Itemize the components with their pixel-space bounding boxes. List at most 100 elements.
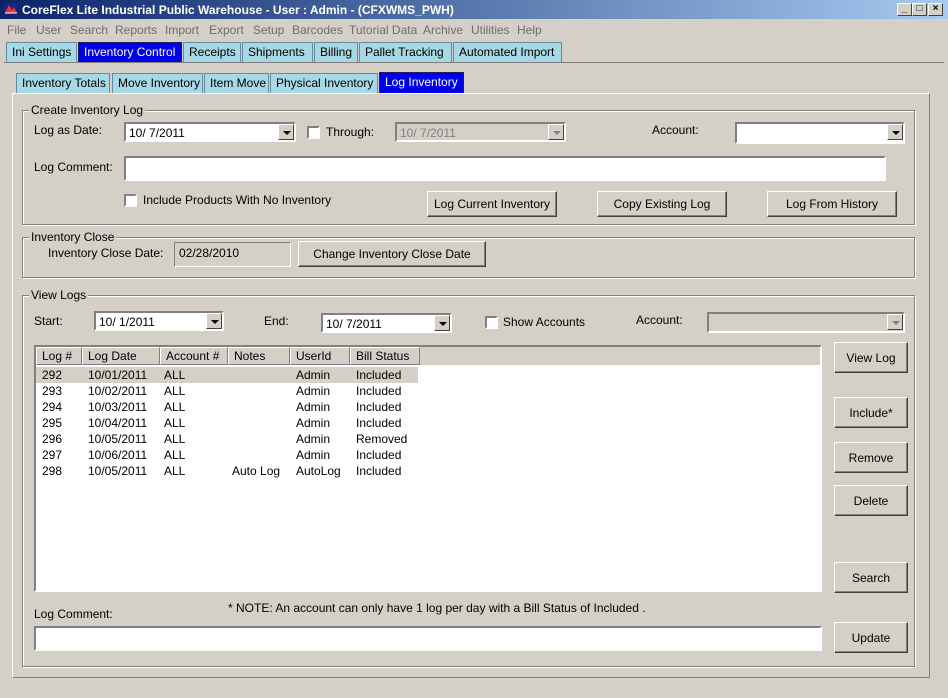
- menu-barcodes[interactable]: Barcodes: [292, 23, 343, 37]
- change-inventory-close-date-button[interactable]: Change Inventory Close Date: [298, 241, 486, 267]
- column-header-log-date[interactable]: Log Date: [82, 347, 160, 365]
- menu-setup[interactable]: Setup: [253, 23, 284, 37]
- menu-export[interactable]: Export: [209, 23, 244, 37]
- cell-log-date: 10/04/2011: [88, 416, 148, 430]
- cell-account: ALL: [164, 368, 186, 382]
- chevron-down-icon[interactable]: [434, 315, 450, 331]
- tab-shipments[interactable]: Shipments: [242, 42, 313, 62]
- menu-bar: File User Search Reports Import Export S…: [0, 21, 948, 39]
- column-header-userid[interactable]: UserId: [290, 347, 350, 365]
- update-button[interactable]: Update: [834, 622, 908, 653]
- column-header-bill-status[interactable]: Bill Status: [350, 347, 420, 365]
- tab-inventory-control[interactable]: Inventory Control: [78, 42, 182, 62]
- cell-log-date: 10/06/2011: [88, 448, 148, 462]
- cell-userid: Admin: [296, 416, 331, 430]
- cell-log-number: 296: [42, 432, 63, 446]
- log-from-history-button[interactable]: Log From History: [767, 191, 897, 217]
- create-account-select[interactable]: [735, 122, 905, 144]
- cell-log-number: 294: [42, 400, 63, 414]
- chevron-down-icon[interactable]: [887, 314, 903, 330]
- view-account-label: Account:: [636, 313, 683, 327]
- table-row[interactable]: 297 10/06/2011 ALL Admin Included: [36, 447, 418, 463]
- tab-automated-import[interactable]: Automated Import: [453, 42, 562, 62]
- column-header-account[interactable]: Account #: [160, 347, 228, 365]
- tab-billing[interactable]: Billing: [314, 42, 358, 62]
- menu-reports[interactable]: Reports: [115, 23, 157, 37]
- view-log-button[interactable]: View Log: [834, 342, 908, 373]
- subtab-inventory-totals[interactable]: Inventory Totals: [16, 73, 110, 93]
- maximize-button[interactable]: □: [912, 3, 927, 16]
- log-as-date-picker[interactable]: 10/ 7/2011: [124, 122, 296, 142]
- subtab-log-inventory[interactable]: Log Inventory: [379, 72, 464, 93]
- log-current-inventory-button[interactable]: Log Current Inventory: [427, 191, 557, 217]
- tab-receipts[interactable]: Receipts: [183, 42, 241, 62]
- bill-status-note: * NOTE: An account can only have 1 log p…: [228, 601, 646, 615]
- delete-button[interactable]: Delete: [834, 485, 908, 516]
- end-date-picker[interactable]: 10/ 7/2011: [321, 313, 452, 333]
- cell-log-date: 10/05/2011: [88, 432, 148, 446]
- cell-log-number: 292: [42, 368, 63, 382]
- cell-userid: Admin: [296, 400, 331, 414]
- subtab-item-move[interactable]: Item Move: [204, 73, 269, 93]
- tab-strip-divider: [4, 62, 944, 63]
- menu-tutorial-data[interactable]: Tutorial Data: [349, 23, 417, 37]
- title-bar[interactable]: CoreFlex Lite Industrial Public Warehous…: [0, 0, 948, 19]
- end-date-value: 10/ 7/2011: [326, 317, 382, 331]
- chevron-down-icon[interactable]: [548, 124, 564, 140]
- remove-button[interactable]: Remove: [834, 442, 908, 473]
- menu-search[interactable]: Search: [70, 23, 108, 37]
- table-row[interactable]: 295 10/04/2011 ALL Admin Included: [36, 415, 418, 431]
- cell-account: ALL: [164, 464, 186, 478]
- log-as-date-value: 10/ 7/2011: [129, 126, 185, 140]
- minimize-button[interactable]: _: [897, 3, 912, 16]
- inventory-close-group-label: Inventory Close: [29, 230, 117, 244]
- table-row[interactable]: 296 10/05/2011 ALL Admin Removed: [36, 431, 418, 447]
- cell-userid: Admin: [296, 432, 331, 446]
- copy-existing-log-button[interactable]: Copy Existing Log: [597, 191, 727, 217]
- inventory-close-date-value: 02/28/2010: [179, 246, 240, 260]
- cell-log-date: 10/03/2011: [88, 400, 148, 414]
- menu-utilities[interactable]: Utilities: [471, 23, 510, 37]
- tab-pallet-tracking[interactable]: Pallet Tracking: [359, 42, 452, 62]
- close-button[interactable]: ×: [928, 3, 943, 16]
- cell-log-number: 293: [42, 384, 63, 398]
- include-button[interactable]: Include*: [834, 397, 908, 428]
- through-checkbox[interactable]: [307, 126, 320, 139]
- view-log-comment-input[interactable]: [34, 626, 822, 651]
- subtab-move-inventory[interactable]: Move Inventory: [112, 73, 203, 93]
- tab-ini-settings[interactable]: Ini Settings: [6, 42, 77, 62]
- cell-bill-status: Included: [356, 464, 402, 478]
- menu-file[interactable]: File: [7, 23, 26, 37]
- through-date-value: 10/ 7/2011: [400, 126, 456, 140]
- show-accounts-checkbox[interactable]: [485, 316, 498, 329]
- include-no-inventory-checkbox[interactable]: [124, 194, 137, 207]
- inventory-close-date-field: 02/28/2010: [174, 242, 291, 267]
- chevron-down-icon[interactable]: [278, 124, 294, 140]
- column-header-log-number[interactable]: Log #: [36, 347, 82, 365]
- log-table[interactable]: Log # Log Date Account # Notes UserId Bi…: [34, 345, 822, 592]
- menu-help[interactable]: Help: [517, 23, 542, 37]
- menu-user[interactable]: User: [36, 23, 61, 37]
- show-accounts-label: Show Accounts: [503, 315, 586, 329]
- search-button[interactable]: Search: [834, 562, 908, 593]
- column-header-notes[interactable]: Notes: [228, 347, 290, 365]
- table-row[interactable]: 298 10/05/2011 ALL Auto Log AutoLog Incl…: [36, 463, 418, 479]
- menu-archive[interactable]: Archive: [423, 23, 463, 37]
- create-log-comment-label: Log Comment:: [34, 160, 113, 174]
- view-account-select[interactable]: [707, 312, 905, 333]
- chevron-down-icon[interactable]: [887, 124, 903, 140]
- start-date-picker[interactable]: 10/ 1/2011: [94, 311, 224, 331]
- table-row[interactable]: 292 10/01/2011 ALL Admin Included: [36, 367, 418, 383]
- table-row[interactable]: 293 10/02/2011 ALL Admin Included: [36, 383, 418, 399]
- table-row[interactable]: 294 10/03/2011 ALL Admin Included: [36, 399, 418, 415]
- subtab-physical-inventory[interactable]: Physical Inventory: [270, 73, 378, 93]
- cell-log-date: 10/01/2011: [88, 368, 148, 382]
- cell-userid: AutoLog: [296, 464, 341, 478]
- create-log-comment-input[interactable]: [124, 156, 886, 181]
- cell-log-date: 10/02/2011: [88, 384, 148, 398]
- menu-import[interactable]: Import: [165, 23, 199, 37]
- through-date-picker[interactable]: 10/ 7/2011: [395, 122, 566, 142]
- create-log-group-label: Create Inventory Log: [29, 103, 146, 117]
- inventory-close-date-label: Inventory Close Date:: [48, 246, 164, 260]
- chevron-down-icon[interactable]: [206, 313, 222, 329]
